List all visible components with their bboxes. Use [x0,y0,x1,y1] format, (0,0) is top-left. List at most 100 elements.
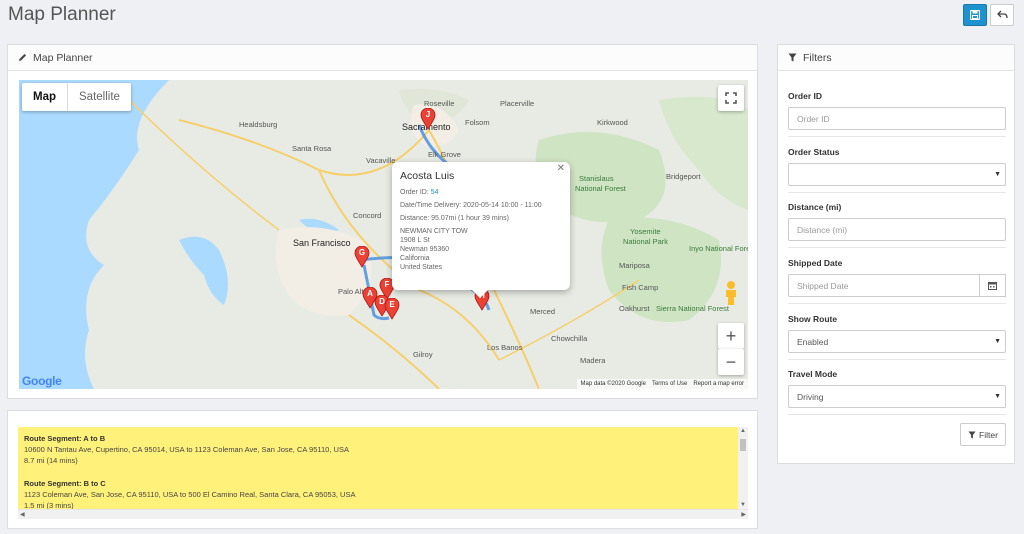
vertical-scrollbar[interactable]: ▲ ▼ [738,427,748,509]
divider [788,192,1006,193]
map-canvas[interactable]: Roseville Placerville Healdsburg Folsom … [19,80,748,389]
map-marker-g[interactable]: G [354,245,370,268]
distance-group: Distance (mi) Distance (mi) [788,202,1006,241]
order-status-label: Order Status [788,147,840,157]
horizontal-scrollbar[interactable]: ◀ ▶ [18,509,748,519]
filter-button[interactable]: Filter [960,423,1006,446]
map-label: Roseville [424,99,455,108]
pegman-icon [726,281,736,305]
show-route-group: Show Route Enabled ▼ [788,314,1006,353]
map-type-satellite-button[interactable]: Satellite [68,83,131,111]
info-address-line: 1908 L St [400,237,430,244]
map-label: Merced [530,307,556,316]
map-label: San Francisco [293,238,351,248]
filter-icon [968,430,976,439]
fullscreen-button[interactable] [718,85,744,111]
distance-input[interactable]: Distance (mi) [788,218,1006,241]
map-label: Folsom [465,118,490,127]
route-segment-title: Route Segment: A to B [24,434,106,443]
filter-icon [788,53,797,62]
reply-icon [996,10,1008,19]
scrollbar-thumb[interactable] [740,439,746,451]
info-address-line: United States [400,264,443,271]
close-icon[interactable]: ✕ [557,163,565,174]
route-segment: Route Segment: A to B 10600 N Tantau Ave… [18,427,748,466]
map-label: Placerville [500,99,535,108]
map-data-text: Map data ©2020 Google [580,381,646,387]
order-id-input[interactable]: Order ID [788,107,1006,130]
marker-letter: E [389,300,395,309]
divider [788,136,1006,137]
map-label: Gilroy [413,350,433,359]
info-order-id: Order ID: 54 [400,188,562,197]
zoom-out-button[interactable]: − [718,349,744,375]
route-segment-path: 10600 N Tantau Ave, Cupertino, CA 95014,… [24,445,349,454]
map-label: Sierra National Forest [656,304,729,313]
map-label: Stanislaus [579,174,614,183]
order-status-select[interactable]: ▼ [788,163,1006,186]
info-window-title: Acosta Luis [400,170,455,182]
travel-mode-label: Travel Mode [788,369,838,379]
map-label: Los Banos [487,343,523,352]
route-segment-path: 1123 Coleman Ave, San Jose, CA 95110, US… [24,490,356,499]
order-id-group: Order ID Order ID [788,91,1006,130]
scroll-left-icon[interactable]: ◀ [20,511,25,518]
shipped-date-label: Shipped Date [788,258,843,268]
zoom-in-button[interactable]: + [718,323,744,349]
calendar-icon [988,282,997,290]
route-list[interactable]: Route Segment: A to B 10600 N Tantau Ave… [18,427,748,509]
map-label: National Park [623,237,669,246]
map-label: Vacaville [366,156,396,165]
map-label: Kirkwood [597,118,628,127]
map-type-control: Map Satellite [22,83,131,111]
scroll-down-icon[interactable]: ▼ [740,502,746,508]
plus-icon: + [725,325,737,346]
divider [788,414,1006,415]
map-panel: Map Planner Roseville Placerville Healds… [7,44,758,399]
map-label: Elk Grove [428,150,461,159]
divider [788,359,1006,360]
back-button[interactable] [990,4,1014,26]
terms-link[interactable]: Terms of Use [652,381,687,387]
map-marker-e[interactable]: E [384,297,400,320]
shipped-date-wrapper: Shipped Date [788,274,1006,297]
info-address-line: Newman 95360 [400,246,450,253]
map-label: Oakhurst [619,304,650,313]
info-order-id-link[interactable]: 54 [431,189,439,196]
travel-mode-group: Travel Mode Driving ▼ [788,369,1006,408]
route-panel: Route Segment: A to B 10600 N Tantau Ave… [7,410,758,529]
scroll-up-icon[interactable]: ▲ [740,428,746,434]
shipped-date-group: Shipped Date Shipped Date [788,258,1006,297]
order-id-label: Order ID [788,91,823,101]
street-view-pegman[interactable] [722,280,740,306]
show-route-select[interactable]: Enabled ▼ [788,330,1006,353]
map-label: Mariposa [619,261,650,270]
route-segment-info: 8.7 mi (14 mins) [24,456,78,465]
info-address-line: California [400,255,430,262]
map-label: Bridgeport [666,172,701,181]
caret-down-icon: ▼ [994,338,1001,345]
map-label: Healdsburg [239,120,278,129]
info-window: ✕ Acosta Luis Order ID: 54 Date/Time Del… [392,162,570,298]
scroll-right-icon[interactable]: ▶ [741,511,746,518]
filters-title: Filters [803,51,832,64]
divider [788,247,1006,248]
map-label: Madera [580,356,606,365]
save-button[interactable] [963,4,987,26]
map-type-map-button[interactable]: Map [22,83,68,111]
caret-down-icon: ▼ [994,171,1001,178]
order-status-group: Order Status ▼ [788,147,1006,186]
route-segment-title: Route Segment: B to C [24,479,106,488]
map-panel-title: Map Planner [33,51,93,64]
marker-letter: G [358,248,366,257]
map-label: Yosemite [630,227,661,236]
calendar-button[interactable] [980,274,1006,297]
report-link[interactable]: Report a map error [693,381,744,387]
shipped-date-input[interactable]: Shipped Date [788,274,980,297]
map-panel-header: Map Planner [8,45,757,71]
travel-mode-select[interactable]: Driving ▼ [788,385,1006,408]
map-label: Chowchilla [551,334,588,343]
map-label: Concord [353,211,382,220]
map-marker-j[interactable]: J [420,107,436,130]
info-order-id-label: Order ID: [400,189,429,196]
